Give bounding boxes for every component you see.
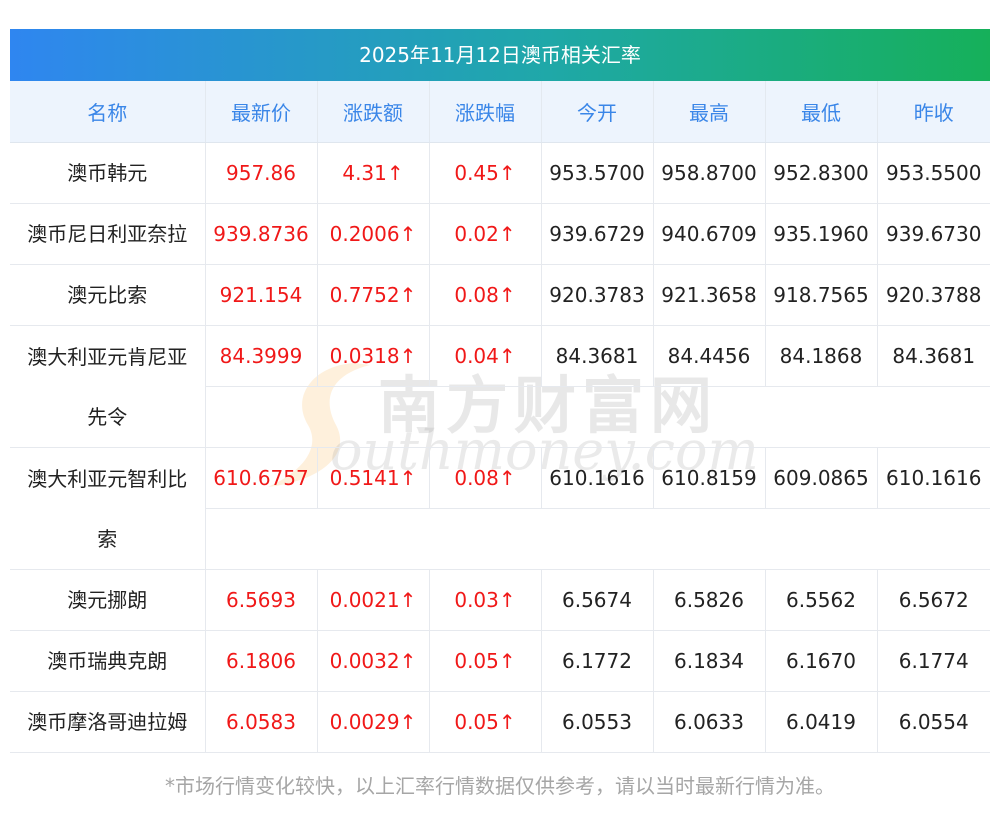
prev-close-price: 84.3681	[877, 325, 990, 387]
high-price: 958.8700	[653, 142, 766, 204]
open-price: 920.3783	[541, 264, 654, 326]
low-price: 6.0419	[765, 691, 878, 753]
exchange-rate-table: 名称 最新价 涨跌额 涨跌幅 今开 最高 最低 昨收 澳币韩元 957.86 4…	[10, 81, 990, 753]
currency-pair-name-line1: 澳大利亚元肯尼亚	[27, 344, 188, 369]
currency-pair-name: 澳大利亚元智利比 索	[10, 447, 206, 570]
column-header-name: 名称	[10, 81, 206, 143]
open-price: 610.1616	[541, 447, 654, 509]
change-amount: 0.0318↑	[317, 325, 430, 387]
change-amount: 0.0021↑	[317, 569, 430, 631]
high-price: 940.6709	[653, 203, 766, 265]
table-row: 澳币尼日利亚奈拉 939.8736 0.2006↑ 0.02↑ 939.6729…	[10, 203, 990, 265]
prev-close-price: 610.1616	[877, 447, 990, 509]
column-header-low: 最低	[765, 81, 878, 143]
change-amount: 4.31↑	[317, 142, 430, 204]
latest-price: 957.86	[205, 142, 318, 204]
open-price: 6.1772	[541, 630, 654, 692]
change-amount: 0.0032↑	[317, 630, 430, 692]
change-amount: 0.0029↑	[317, 691, 430, 753]
currency-pair-name: 澳元比索	[10, 264, 206, 326]
high-price: 6.1834	[653, 630, 766, 692]
page-title: 2025年11月12日澳币相关汇率	[10, 29, 990, 81]
open-price: 953.5700	[541, 142, 654, 204]
table-row: 澳大利亚元智利比 索 610.6757 0.5141↑ 0.08↑ 610.16…	[10, 447, 990, 570]
change-percent: 0.45↑	[429, 142, 542, 204]
change-amount: 0.7752↑	[317, 264, 430, 326]
prev-close-price: 939.6730	[877, 203, 990, 265]
table-row: 澳币摩洛哥迪拉姆 6.0583 0.0029↑ 0.05↑ 6.0553 6.0…	[10, 691, 990, 753]
high-price: 84.4456	[653, 325, 766, 387]
currency-pair-name-line2: 先令	[87, 404, 128, 429]
currency-pair-name-line1: 澳大利亚元智利比	[27, 466, 188, 491]
currency-pair-name: 澳币瑞典克朗	[10, 630, 206, 692]
low-price: 84.1868	[765, 325, 878, 387]
change-percent: 0.08↑	[429, 447, 542, 509]
change-percent: 0.02↑	[429, 203, 542, 265]
latest-price: 921.154	[205, 264, 318, 326]
column-header-change: 涨跌额	[317, 81, 430, 143]
change-amount: 0.2006↑	[317, 203, 430, 265]
open-price: 6.0553	[541, 691, 654, 753]
high-price: 921.3658	[653, 264, 766, 326]
latest-price: 6.0583	[205, 691, 318, 753]
change-percent: 0.05↑	[429, 630, 542, 692]
high-price: 6.0633	[653, 691, 766, 753]
column-header-high: 最高	[653, 81, 766, 143]
table-header-row: 名称 最新价 涨跌额 涨跌幅 今开 最高 最低 昨收	[10, 81, 990, 143]
prev-close-price: 6.5672	[877, 569, 990, 631]
column-header-change-pct: 涨跌幅	[429, 81, 542, 143]
low-price: 952.8300	[765, 142, 878, 204]
change-amount: 0.5141↑	[317, 447, 430, 509]
prev-close-price: 920.3788	[877, 264, 990, 326]
table-row: 澳元挪朗 6.5693 0.0021↑ 0.03↑ 6.5674 6.5826 …	[10, 569, 990, 631]
latest-price: 6.5693	[205, 569, 318, 631]
latest-price: 6.1806	[205, 630, 318, 692]
table-row: 澳币韩元 957.86 4.31↑ 0.45↑ 953.5700 958.870…	[10, 142, 990, 204]
low-price: 935.1960	[765, 203, 878, 265]
open-price: 6.5674	[541, 569, 654, 631]
currency-pair-name: 澳币摩洛哥迪拉姆	[10, 691, 206, 753]
change-percent: 0.08↑	[429, 264, 542, 326]
high-price: 610.8159	[653, 447, 766, 509]
column-header-latest: 最新价	[205, 81, 318, 143]
currency-pair-name: 澳大利亚元肯尼亚 先令	[10, 325, 206, 448]
prev-close-price: 6.1774	[877, 630, 990, 692]
empty-cell	[205, 386, 990, 448]
currency-pair-name: 澳元挪朗	[10, 569, 206, 631]
low-price: 918.7565	[765, 264, 878, 326]
latest-price: 84.3999	[205, 325, 318, 387]
disclaimer-note: *市场行情变化较快，以上汇率行情数据仅供参考，请以当时最新行情为准。	[165, 774, 835, 798]
table-row: 澳币瑞典克朗 6.1806 0.0032↑ 0.05↑ 6.1772 6.183…	[10, 630, 990, 692]
change-percent: 0.03↑	[429, 569, 542, 631]
open-price: 939.6729	[541, 203, 654, 265]
open-price: 84.3681	[541, 325, 654, 387]
currency-pair-name: 澳币尼日利亚奈拉	[10, 203, 206, 265]
column-header-prev-close: 昨收	[877, 81, 990, 143]
table-row: 澳大利亚元肯尼亚 先令 84.3999 0.0318↑ 0.04↑ 84.368…	[10, 325, 990, 448]
table-row: 澳元比索 921.154 0.7752↑ 0.08↑ 920.3783 921.…	[10, 264, 990, 326]
high-price: 6.5826	[653, 569, 766, 631]
empty-cell	[205, 508, 990, 570]
change-percent: 0.04↑	[429, 325, 542, 387]
currency-pair-name-line2: 索	[97, 526, 118, 551]
prev-close-price: 953.5500	[877, 142, 990, 204]
latest-price: 610.6757	[205, 447, 318, 509]
low-price: 6.1670	[765, 630, 878, 692]
change-percent: 0.05↑	[429, 691, 542, 753]
prev-close-price: 6.0554	[877, 691, 990, 753]
column-header-open: 今开	[541, 81, 654, 143]
latest-price: 939.8736	[205, 203, 318, 265]
low-price: 609.0865	[765, 447, 878, 509]
currency-pair-name: 澳币韩元	[10, 142, 206, 204]
low-price: 6.5562	[765, 569, 878, 631]
